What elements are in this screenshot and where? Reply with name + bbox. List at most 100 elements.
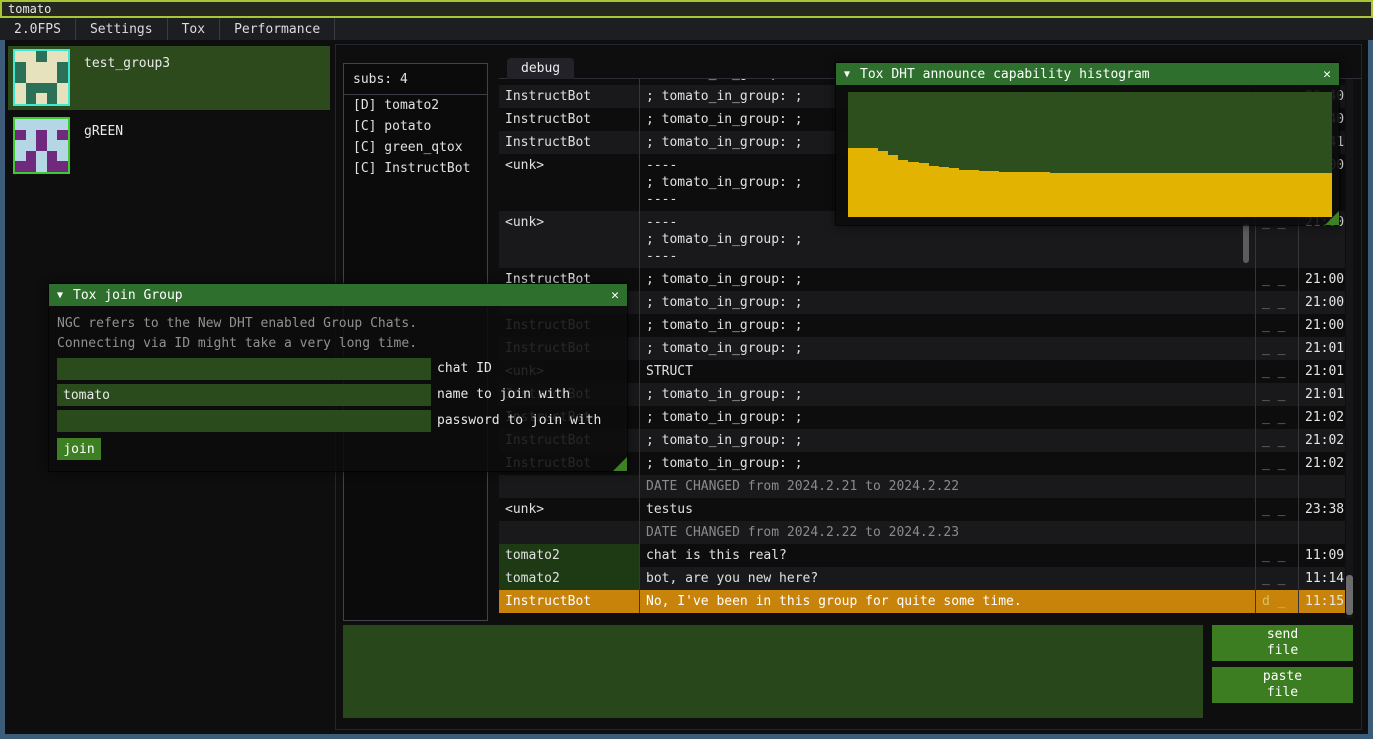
- status-marks: _ _: [1255, 406, 1298, 429]
- histogram-bar: [969, 170, 979, 218]
- join-fields: chat IDname to join withpassword to join…: [57, 358, 627, 432]
- histogram-bar: [898, 160, 908, 218]
- timestamp: 21:02: [1298, 429, 1345, 452]
- message-text: ; tomato_in_group: ;: [639, 383, 1255, 406]
- menu-item-settings[interactable]: Settings: [76, 18, 168, 40]
- timestamp: [1298, 521, 1345, 544]
- collapse-triangle-icon[interactable]: ▼: [57, 290, 63, 301]
- sender-name: InstructBot: [499, 131, 639, 154]
- menu-item-tox[interactable]: Tox: [168, 18, 220, 40]
- status-marks: _ _: [1255, 429, 1298, 452]
- sender-name: [499, 475, 639, 498]
- paste-file-button[interactable]: paste file: [1212, 667, 1353, 703]
- join-group-window: ▼ Tox join Group ✕ NGC refers to the New…: [48, 283, 628, 472]
- histogram-bar: [1100, 173, 1110, 217]
- menu-item-performance[interactable]: Performance: [220, 18, 335, 40]
- group-avatar: [13, 117, 70, 174]
- date-separator-row[interactable]: DATE CHANGED from 2024.2.22 to 2024.2.23: [499, 521, 1345, 544]
- histogram-bar: [868, 148, 878, 217]
- join-field-password[interactable]: [57, 410, 431, 432]
- status-marks: _ _: [1255, 268, 1298, 291]
- histogram-bar: [1291, 173, 1301, 217]
- resize-grip[interactable]: [613, 457, 627, 471]
- chat-row[interactable]: <unk>testus_ _23:38: [499, 498, 1345, 521]
- histogram-bar: [939, 167, 949, 217]
- dht-histogram-titlebar: ▼ Tox DHT announce capability histogram …: [836, 63, 1339, 85]
- histogram-plot: [848, 92, 1332, 217]
- window-frame-bottom: [0, 734, 1373, 739]
- status-marks: _ _: [1255, 337, 1298, 360]
- message-text: STRUCT: [639, 360, 1255, 383]
- message-text: DATE CHANGED from 2024.2.22 to 2024.2.23: [639, 521, 1255, 544]
- timestamp: 21:00: [1298, 314, 1345, 337]
- histogram-bar: [1171, 173, 1181, 217]
- histogram-bar: [1050, 173, 1060, 217]
- fps-counter: 2.0FPS: [0, 18, 76, 40]
- dht-histogram-title: Tox DHT announce capability histogram: [860, 67, 1150, 82]
- join-field-chat-id[interactable]: [57, 358, 431, 380]
- histogram-bar: [1029, 172, 1039, 217]
- histogram-bar: [878, 151, 888, 217]
- sender-name: <unk>: [499, 498, 639, 521]
- chat-row[interactable]: tomato2chat is this real?_ _11:09: [499, 544, 1345, 567]
- join-field-label: password to join with: [437, 410, 601, 432]
- timestamp: 21:02: [1298, 406, 1345, 429]
- timestamp: 21:01: [1298, 337, 1345, 360]
- window-titlebar: tomato: [0, 0, 1373, 18]
- histogram-bar: [1251, 173, 1261, 217]
- close-icon[interactable]: ✕: [1323, 67, 1331, 82]
- histogram-bar: [1039, 172, 1049, 217]
- resize-grip[interactable]: [1325, 211, 1339, 225]
- tab-debug[interactable]: debug: [507, 58, 574, 79]
- join-field-name[interactable]: [57, 384, 431, 406]
- histogram-bar: [949, 168, 959, 217]
- status-marks: [1255, 475, 1298, 498]
- join-field-row: password to join with: [57, 410, 627, 432]
- join-field-row: name to join with: [57, 384, 627, 406]
- message-text: chat is this real?: [639, 544, 1255, 567]
- message-scrollbar-thumb[interactable]: [1243, 223, 1249, 263]
- histogram-bar: [1201, 173, 1211, 217]
- member-potato[interactable]: [C] potato: [344, 116, 487, 137]
- chat-row[interactable]: InstructBotNo, I've been in this group f…: [499, 590, 1345, 613]
- chat-scrollbar-thumb[interactable]: [1346, 575, 1353, 615]
- histogram-bar: [1090, 173, 1100, 217]
- send-file-button[interactable]: send file: [1212, 625, 1353, 661]
- sender-name: InstructBot: [499, 85, 639, 108]
- status-marks: [1255, 521, 1298, 544]
- histogram-bar: [1060, 173, 1070, 217]
- sender-name: [499, 521, 639, 544]
- collapse-triangle-icon[interactable]: ▼: [844, 69, 850, 80]
- status-marks: _ _: [1255, 452, 1298, 475]
- timestamp: 21:00: [1298, 291, 1345, 314]
- chat-scrollbar-track[interactable]: [1346, 79, 1353, 618]
- message-input[interactable]: [343, 625, 1203, 718]
- app-window: tomato 2.0FPS SettingsToxPerformance tes…: [0, 0, 1373, 739]
- member-InstructBot[interactable]: [C] InstructBot: [344, 158, 487, 179]
- timestamp: 21:00: [1298, 268, 1345, 291]
- message-text: testus: [639, 498, 1255, 521]
- timestamp: 21:01: [1298, 360, 1345, 383]
- histogram-bar: [1070, 173, 1080, 217]
- dht-histogram-body: [836, 85, 1339, 225]
- group-avatar: [13, 49, 70, 106]
- sender-name: <unk>: [499, 211, 639, 268]
- join-button[interactable]: join: [57, 438, 101, 460]
- histogram-bar: [848, 148, 858, 217]
- date-separator-row[interactable]: DATE CHANGED from 2024.2.21 to 2024.2.22: [499, 475, 1345, 498]
- close-icon[interactable]: ✕: [611, 288, 619, 303]
- histogram-bar: [999, 172, 1009, 217]
- member-list: [D] tomato2[C] potato[C] green_qtox[C] I…: [344, 95, 487, 179]
- sender-name: tomato2: [499, 544, 639, 567]
- member-tomato2[interactable]: [D] tomato2: [344, 95, 487, 116]
- timestamp: 23:38: [1298, 498, 1345, 521]
- histogram-bar: [1211, 173, 1221, 217]
- member-green_qtox[interactable]: [C] green_qtox: [344, 137, 487, 158]
- sidebar-group-test_group3[interactable]: test_group3: [8, 46, 330, 110]
- histogram-bar: [1261, 173, 1271, 217]
- chat-row[interactable]: tomato2bot, are you new here?_ _11:14: [499, 567, 1345, 590]
- status-marks: _ _: [1255, 567, 1298, 590]
- message-text: ; tomato_in_group: ;: [639, 429, 1255, 452]
- sidebar-group-gREEN[interactable]: gREEN: [8, 114, 330, 178]
- menu-bar: 2.0FPS SettingsToxPerformance: [0, 18, 1373, 40]
